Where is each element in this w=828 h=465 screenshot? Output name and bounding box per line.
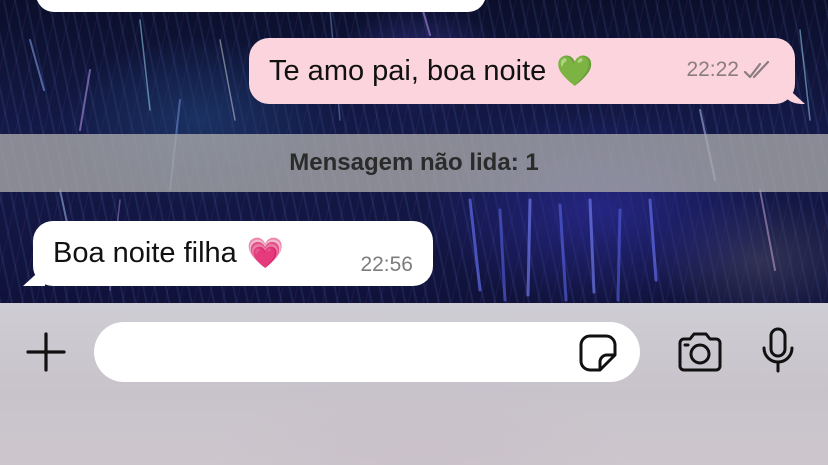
message-time: 22:56 [360,253,413,276]
message-input[interactable] [118,332,572,374]
message-text: Te amo pai, boa noite [269,54,547,87]
message-text: Boa noite filha [53,237,237,269]
plus-icon [26,332,66,372]
message-meta: 22:56 [360,253,413,277]
outgoing-message-bubble[interactable]: Te amo pai, boa noite 💚 22:22 [249,38,795,104]
message-meta: 22:22 [686,58,773,82]
chat-screen: Te amo pai, boa noite 💚 22:22 Mensagem n… [0,0,828,465]
unread-messages-banner: Mensagem não lida: 1 [0,134,828,192]
sticker-button[interactable] [578,333,618,373]
camera-button[interactable] [676,331,724,373]
incoming-message-bubble[interactable]: Boa noite filha 💗 22:56 [33,221,433,286]
message-time: 22:22 [686,58,739,81]
previous-message-bubble[interactable] [36,0,486,12]
double-check-icon [743,61,770,79]
unread-banner-text: Mensagem não lida: 1 [289,149,539,176]
message-text-field[interactable] [94,322,640,382]
camera-icon [678,332,722,372]
microphone-button[interactable] [758,326,798,376]
microphone-icon [762,327,794,373]
green-heart-emoji: 💚 [556,54,594,88]
sticker-icon [579,334,617,372]
attach-button[interactable] [24,330,68,374]
pink-heart-emoji: 💗 [246,237,285,270]
